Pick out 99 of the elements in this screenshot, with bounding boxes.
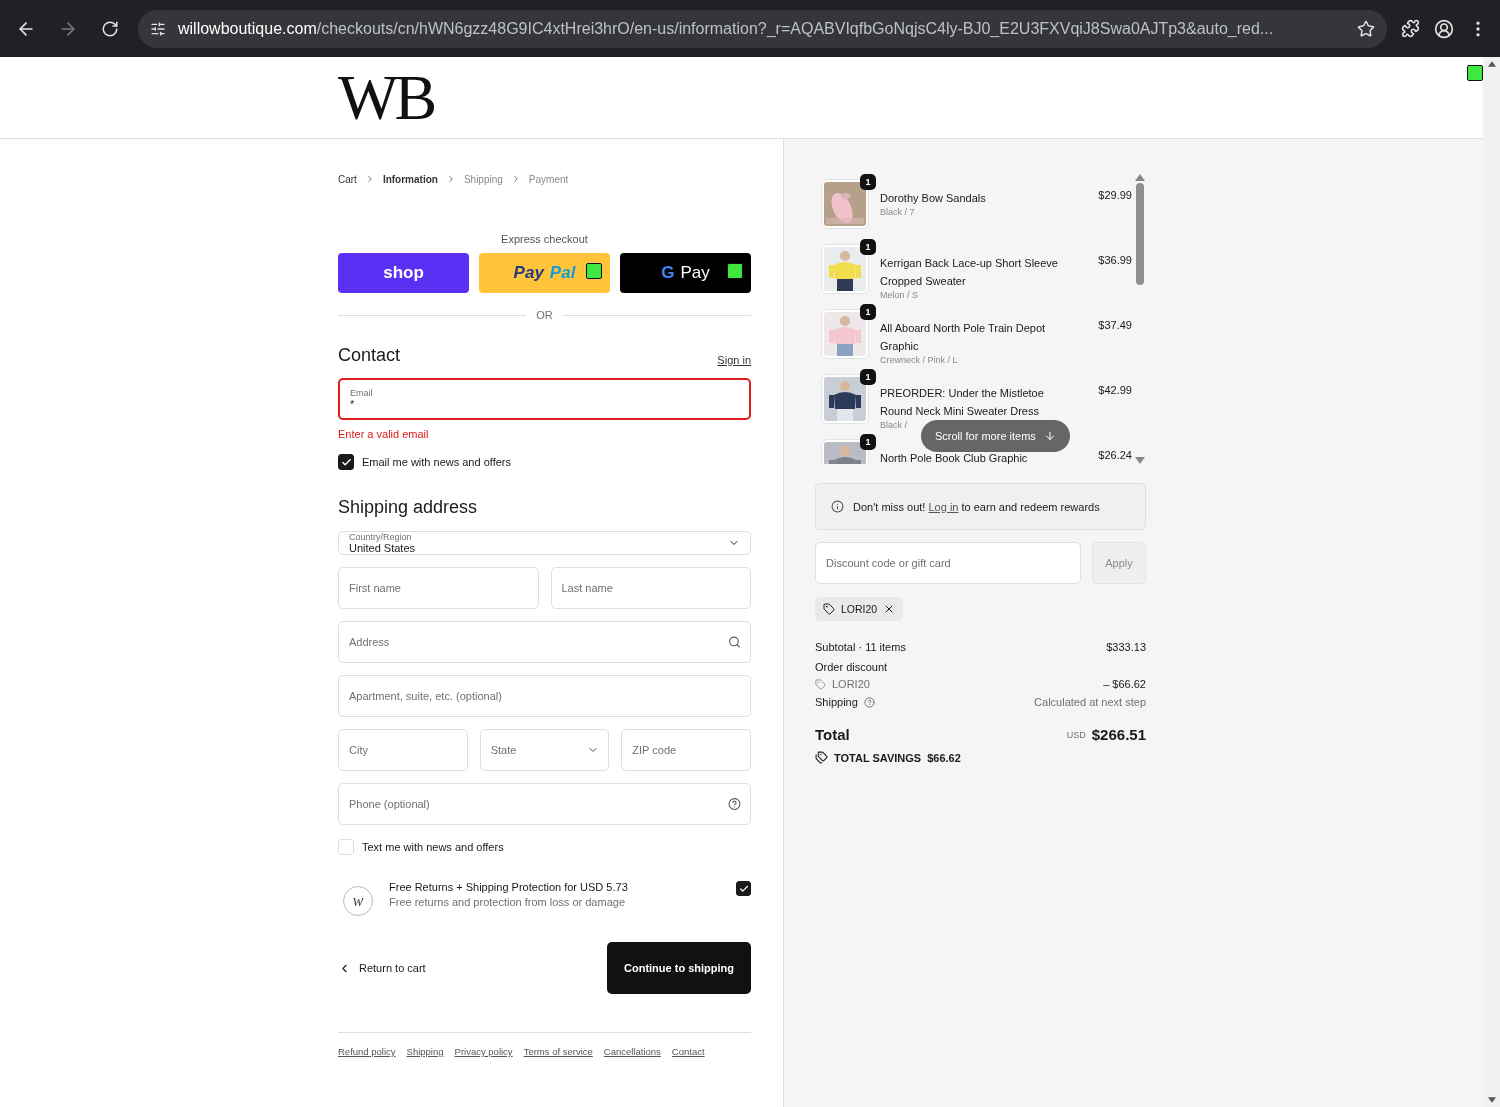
- return-to-cart-link[interactable]: Return to cart: [338, 961, 426, 975]
- product-name: Dorothy Bow Sandals: [880, 191, 987, 206]
- product-variant: Black / 7: [880, 207, 916, 217]
- total-label: Total: [815, 726, 850, 743]
- product-price: $37.49: [1097, 318, 1132, 333]
- product-name: PREORDER: Under the Mistletoe Round Neck Mini Sweater Dress: [880, 386, 1045, 419]
- scroll-down-icon[interactable]: [1487, 1097, 1496, 1103]
- express-pay-button[interactable]: shop: [338, 253, 469, 293]
- footer-link[interactable]: Privacy policy: [454, 1046, 513, 1057]
- footer-link[interactable]: Refund policy: [338, 1046, 396, 1057]
- breadcrumb-link[interactable]: Cart: [338, 173, 357, 185]
- breadcrumb-link[interactable]: Payment: [528, 173, 569, 185]
- protection-description: Free returns and protection from loss or damage: [389, 896, 626, 908]
- input-field[interactable]: Phone (optional): [338, 783, 751, 825]
- product-variant: Black /: [880, 420, 908, 430]
- tag-icon: [815, 678, 826, 690]
- site-info-icon[interactable]: [150, 20, 166, 37]
- sign-in-link[interactable]: Sign in: [717, 354, 751, 366]
- summary-value: $333.13: [1106, 641, 1146, 653]
- quantity-badge: 1: [860, 239, 876, 255]
- input-field[interactable]: Last name: [550, 567, 751, 609]
- scroll-down-icon[interactable]: [1135, 457, 1145, 464]
- quantity-badge: 1: [860, 174, 876, 190]
- divider-label: OR: [536, 309, 553, 321]
- checkbox[interactable]: [736, 881, 751, 896]
- checkbox[interactable]: [338, 454, 354, 470]
- product-price: $42.99: [1097, 383, 1132, 398]
- input-field[interactable]: First name: [338, 567, 539, 609]
- footer-link[interactable]: Cancellations: [603, 1046, 661, 1057]
- continue-button[interactable]: Continue to shipping: [607, 942, 751, 994]
- country-select[interactable]: Country/Region United States: [338, 531, 751, 555]
- state-select[interactable]: State: [479, 729, 610, 771]
- protection-title: Free Returns + Shipping Protection for USD 5.73: [389, 881, 629, 893]
- error-message: Enter a valid email: [338, 428, 430, 440]
- email-field[interactable]: Email *: [338, 378, 751, 420]
- square-marker-icon: [1467, 65, 1483, 81]
- input-field[interactable]: Apartment, suite, etc. (optional): [338, 675, 751, 717]
- help-icon[interactable]: [728, 797, 741, 811]
- help-icon: [863, 696, 875, 708]
- scroll-up-icon[interactable]: [1135, 174, 1145, 181]
- product-name: All Aboard North Pole Train Depot Graphic: [880, 321, 1047, 354]
- login-link[interactable]: Log in: [928, 500, 959, 513]
- total-value: $266.51: [1091, 726, 1146, 743]
- checkbox-label: Text me with news and offers: [362, 841, 504, 853]
- section-heading: Shipping address: [338, 497, 478, 518]
- summary-label: Order discount: [815, 661, 888, 673]
- discount-code: LORI20: [832, 678, 870, 690]
- product-variant: Melon / S: [880, 290, 920, 300]
- scroll-up-icon[interactable]: [1487, 61, 1496, 67]
- product-price: $29.99: [1097, 188, 1132, 203]
- summary-value: – $66.62: [1103, 678, 1146, 690]
- express-pay-button[interactable]: Pay Pal: [479, 253, 610, 293]
- footer-link[interactable]: Shipping: [406, 1046, 444, 1057]
- section-heading: Contact: [338, 345, 401, 366]
- input-field[interactable]: City: [338, 729, 468, 771]
- search-icon: [728, 635, 741, 649]
- summary-label: Subtotal · 11 items: [815, 641, 906, 653]
- quantity-badge: 1: [860, 304, 876, 320]
- product-name: North Pole Book Club Graphic: [880, 451, 1029, 464]
- address-bar[interactable]: willowboutique.com/checkouts/cn/hWN6gzz48G9IC4xtHrei3hrO/en-us/information?_r=AQABVIqfbGoNqjsC4ly-BJ0_E2U3FXVqiJ8Swa0AJTp3&auto_red...: [138, 9, 1387, 48]
- footer-link[interactable]: Terms of service: [523, 1046, 593, 1057]
- input-field[interactable]: ZIP code: [621, 729, 751, 771]
- scroll-hint-button[interactable]: Scroll for more items: [921, 420, 1070, 452]
- footer-link[interactable]: Contact: [671, 1046, 705, 1057]
- discount-field[interactable]: Discount code or gift card: [815, 542, 1081, 584]
- quantity-badge: 1: [860, 434, 876, 450]
- breadcrumb-link[interactable]: Information: [382, 173, 438, 185]
- input-field[interactable]: Address: [338, 621, 751, 663]
- product-price: $36.99: [1097, 253, 1132, 268]
- quantity-badge: 1: [860, 369, 876, 385]
- savings-value: $66.62: [927, 751, 961, 764]
- currency-code: USD: [1066, 729, 1086, 740]
- savings-label: TOTAL SAVINGS: [834, 751, 922, 764]
- checkmark-icon: [738, 883, 749, 894]
- product-price: $26.24: [1097, 448, 1132, 463]
- url-text: willowboutique.com/checkouts/cn/hWN6gzz48G9IC4xtHrei3hrO/en-us/information?_r=AQABVIqfbGoNqjsC4ly-BJ0_E2U3FXVqiJ8Swa0AJTp3&auto_red...: [178, 19, 1274, 38]
- express-pay-button[interactable]: G Pay: [620, 253, 751, 293]
- reload-icon: [101, 19, 119, 38]
- tag-icon: [823, 603, 835, 615]
- product-name: Kerrigan Back Lace-up Short Sleeve Cropped Sweater: [880, 256, 1059, 289]
- arrow-down-icon: [1043, 430, 1056, 442]
- puzzle-icon[interactable]: [1401, 19, 1420, 38]
- square-marker-icon: [586, 263, 602, 279]
- info-icon: [831, 500, 844, 513]
- profile-icon[interactable]: [1434, 18, 1454, 39]
- summary-value: Calculated at next step: [1034, 696, 1146, 708]
- tags-icon: [815, 751, 828, 764]
- discount-code: LORI20: [841, 603, 878, 615]
- breadcrumb-link[interactable]: Shipping: [463, 173, 503, 185]
- bookmark-star-icon[interactable]: [1357, 19, 1375, 38]
- store-logo: WB: [338, 65, 434, 130]
- checkbox-label: Email me with news and offers: [362, 456, 511, 468]
- square-marker-icon: [727, 263, 743, 279]
- product-variant: Crewneck / Pink / L: [880, 355, 959, 365]
- section-title: Express checkout: [500, 233, 589, 245]
- checkmark-icon: [340, 456, 352, 468]
- summary-label: Shipping: [815, 696, 858, 708]
- scrollbar-thumb[interactable]: [1136, 183, 1144, 285]
- rewards-text: Don't miss out! Log in to earn and redeem rewards: [853, 500, 1100, 513]
